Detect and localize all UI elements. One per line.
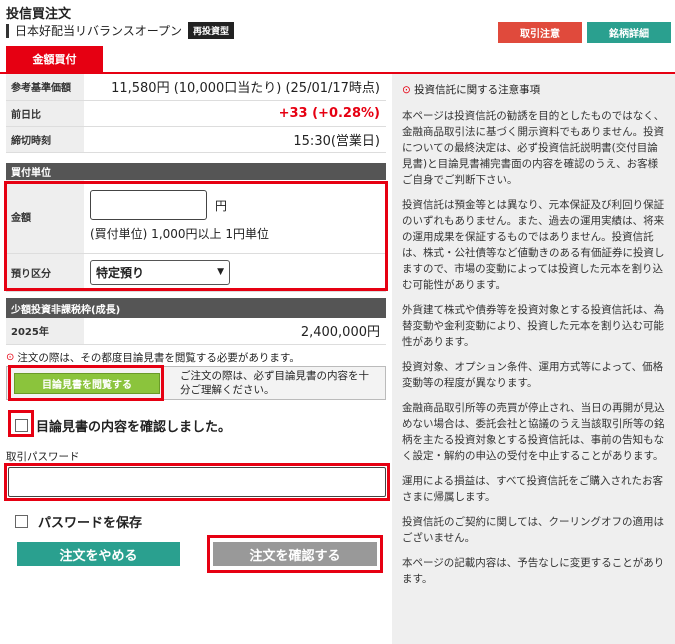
prospectus-confirm-label: 目論見書の内容を確認しました。 — [36, 420, 232, 435]
password-label: 取引パスワード — [6, 451, 80, 463]
note-paragraph: 投資信託は預金等とは異なり、元本保証及び利回り保証のいずれもありません。また、過… — [402, 199, 665, 291]
prospectus-notice-text: 注文の際は、その都度目論見書を閲覧する必要があります。 — [17, 352, 300, 364]
info-label: 締切時刻 — [6, 126, 84, 153]
highlight-view-prospectus — [8, 365, 164, 401]
note-paragraph: 本ページの記載内容は、予告なしに変更することがあります。 — [402, 557, 665, 585]
note-paragraph: 投資信託のご契約に関しては、クーリングオフの適用はございません。 — [402, 516, 664, 544]
note-paragraph: 外貨建て株式や債券等を投資対象とする投資信託は、為替変動や金利変動により、投資し… — [402, 304, 665, 348]
info-label: 前日比 — [6, 100, 84, 127]
table-row: 2025年 2,400,000円 — [6, 318, 386, 345]
highlight-confirm-checkbox — [8, 410, 34, 437]
note-paragraph: 金融商品取引所等の売買が停止され、当日の再開が見込めない場合は、委託会社と協議の… — [402, 402, 665, 462]
trade-caution-button[interactable]: 取引注意 — [498, 22, 582, 43]
notes-heading: 投資信託に関する注意事項 — [414, 84, 541, 96]
notes-panel: ⊙ 投資信託に関する注意事項 本ページは投資信託の勧誘を目的としたものではなく、… — [392, 74, 675, 644]
nisa-amount: 2,400,000円 — [84, 318, 386, 345]
alert-icon: ⊙ — [402, 84, 411, 96]
table-row: 締切時刻 15:30(営業日) — [6, 126, 386, 153]
reinvest-badge: 再投資型 — [188, 22, 235, 39]
highlight-order-form — [4, 181, 388, 291]
price-info-table: 参考基準価額 11,580円 (10,000口当たり) (25/01/17時点)… — [6, 74, 386, 153]
price-change-value: +33 (+0.28%) — [84, 100, 386, 127]
title-bar-decoration — [6, 23, 9, 38]
note-paragraph: 本ページは投資信託の勧誘を目的としたものではなく、金融商品取引法に基づく開示資料… — [402, 110, 665, 186]
note-paragraph: 運用による損益は、すべて投資信託をご購入されたお客さまに帰属します。 — [402, 475, 664, 503]
tab-amount-purchase[interactable]: 金額買付 — [6, 46, 103, 72]
save-password-row[interactable]: パスワードを保存 — [15, 512, 142, 531]
prospectus-box-text: ご注文の際は、必ず目論見書の内容を十分ご理解ください。 — [180, 370, 369, 396]
prospectus-confirm-row[interactable]: 目論見書の内容を確認しました。 — [15, 416, 231, 435]
save-password-label: パスワードを保存 — [38, 516, 143, 531]
fund-name-row: 日本好配当リバランスオープン 再投資型 — [6, 22, 235, 39]
table-row: 参考基準価額 11,580円 (10,000口当たり) (25/01/17時点) — [6, 74, 386, 101]
fund-details-button[interactable]: 銘柄詳細 — [587, 22, 671, 43]
reference-price-value: 11,580円 (10,000口当たり) (25/01/17時点) — [84, 74, 386, 101]
alert-icon: ⊙ — [6, 352, 15, 363]
fund-name: 日本好配当リバランスオープン — [15, 24, 183, 38]
table-row: 前日比 +33 (+0.28%) — [6, 100, 386, 127]
prospectus-notice: ⊙ 注文の際は、その都度目論見書を閲覧する必要があります。 — [6, 350, 300, 365]
section-heading: 買付単位 — [6, 163, 386, 180]
highlight-confirm-button — [207, 535, 383, 573]
page-title: 投信買注文 — [6, 7, 72, 22]
nisa-heading: 少額投資非課税枠(成長) — [6, 298, 386, 318]
save-password-checkbox[interactable] — [15, 515, 28, 528]
info-label: 参考基準価額 — [6, 74, 84, 101]
cancel-order-button[interactable]: 注文をやめる — [17, 542, 180, 566]
nisa-year: 2025年 — [6, 318, 84, 345]
deadline-value: 15:30(営業日) — [84, 126, 386, 153]
nisa-section: 少額投資非課税枠(成長) 2025年 2,400,000円 — [6, 298, 386, 345]
note-paragraph: 投資対象、オプション条件、運用方式等によって、価格変動等の程度が異なります。 — [402, 361, 664, 389]
notes-heading-row: ⊙ 投資信託に関する注意事項 — [402, 82, 667, 98]
highlight-password — [4, 463, 390, 501]
